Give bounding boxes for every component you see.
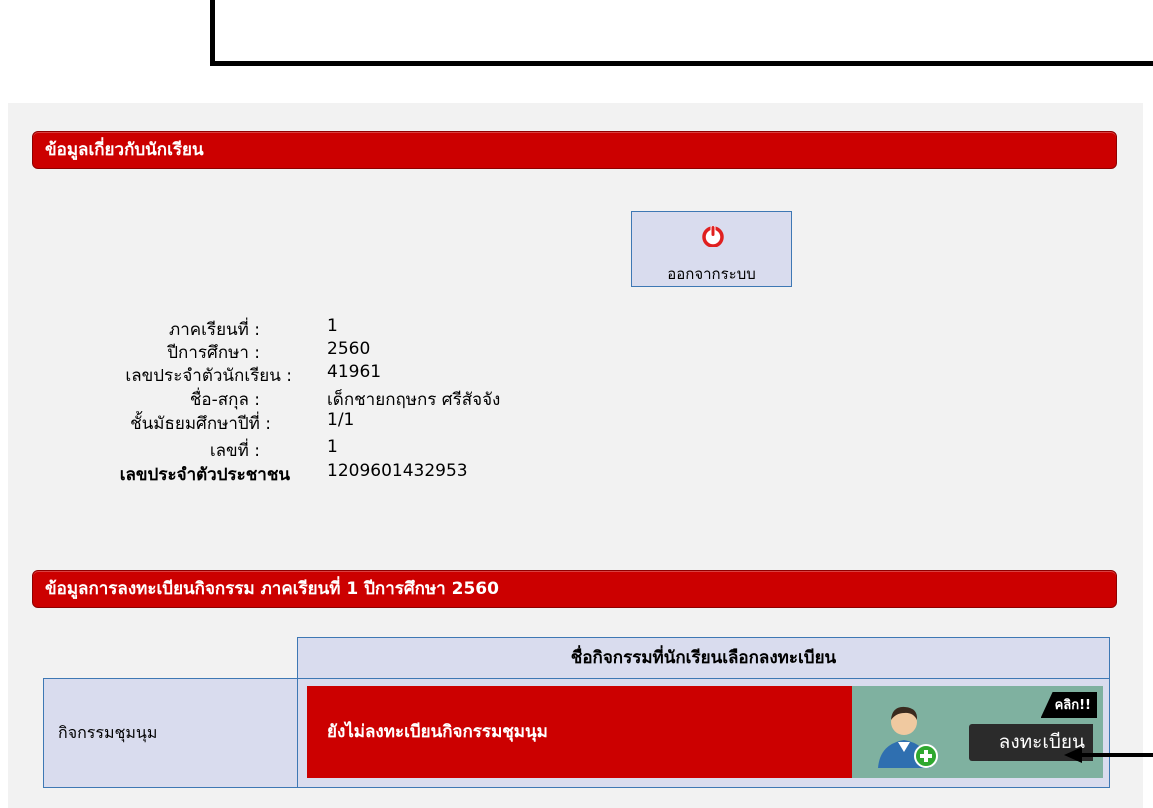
annotation-bracket bbox=[210, 0, 1153, 66]
grade-label: ชั้นมัธยมศึกษาปีที่ : bbox=[130, 414, 271, 434]
national-id-value: 1209601432953 bbox=[327, 461, 468, 481]
logout-label: ออกจากระบบ bbox=[667, 265, 756, 283]
annotation-arrow bbox=[1064, 747, 1153, 763]
student-id-label: เลขประจำตัวนักเรียน : bbox=[125, 366, 292, 386]
logout-button[interactable]: ออกจากระบบ bbox=[631, 211, 792, 287]
register-button[interactable]: คลิก!! ลงทะเบียน bbox=[852, 686, 1103, 778]
add-user-icon bbox=[878, 706, 938, 768]
national-id-label: เลขประจำตัวประชาชน bbox=[119, 465, 290, 485]
student-info-header: ข้อมูลเกี่ยวกับนักเรียน bbox=[32, 131, 1117, 169]
term-value: 1 bbox=[327, 316, 338, 336]
activity-column-header: ชื่อกิจกรรมที่นักเรียนเลือกลงทะเบียน bbox=[297, 637, 1110, 679]
activity-row: กิจกรรมชุมนุม ยังไม่ลงทะเบียนกิจกรรมชุมน… bbox=[43, 678, 1110, 788]
student-id-value: 41961 bbox=[327, 362, 382, 382]
number-value: 1 bbox=[327, 437, 338, 457]
full-name-value: เด็กชายกฤษกร ศรีสัจจัง bbox=[327, 390, 501, 410]
click-badge: คลิก!! bbox=[1040, 692, 1097, 718]
academic-year-value: 2560 bbox=[327, 339, 371, 359]
power-icon bbox=[702, 226, 724, 247]
grade-value: 1/1 bbox=[327, 410, 355, 430]
number-label: เลขที่ : bbox=[209, 441, 260, 461]
activity-registration-header: ข้อมูลการลงทะเบียนกิจกรรม ภาคเรียนที่ 1 … bbox=[32, 570, 1117, 608]
activity-name: กิจกรรมชุมนุม bbox=[44, 679, 298, 787]
registration-status: ยังไม่ลงทะเบียนกิจกรรมชุมนุม bbox=[307, 686, 852, 778]
full-name-label: ชื่อ-สกุล : bbox=[189, 390, 260, 410]
